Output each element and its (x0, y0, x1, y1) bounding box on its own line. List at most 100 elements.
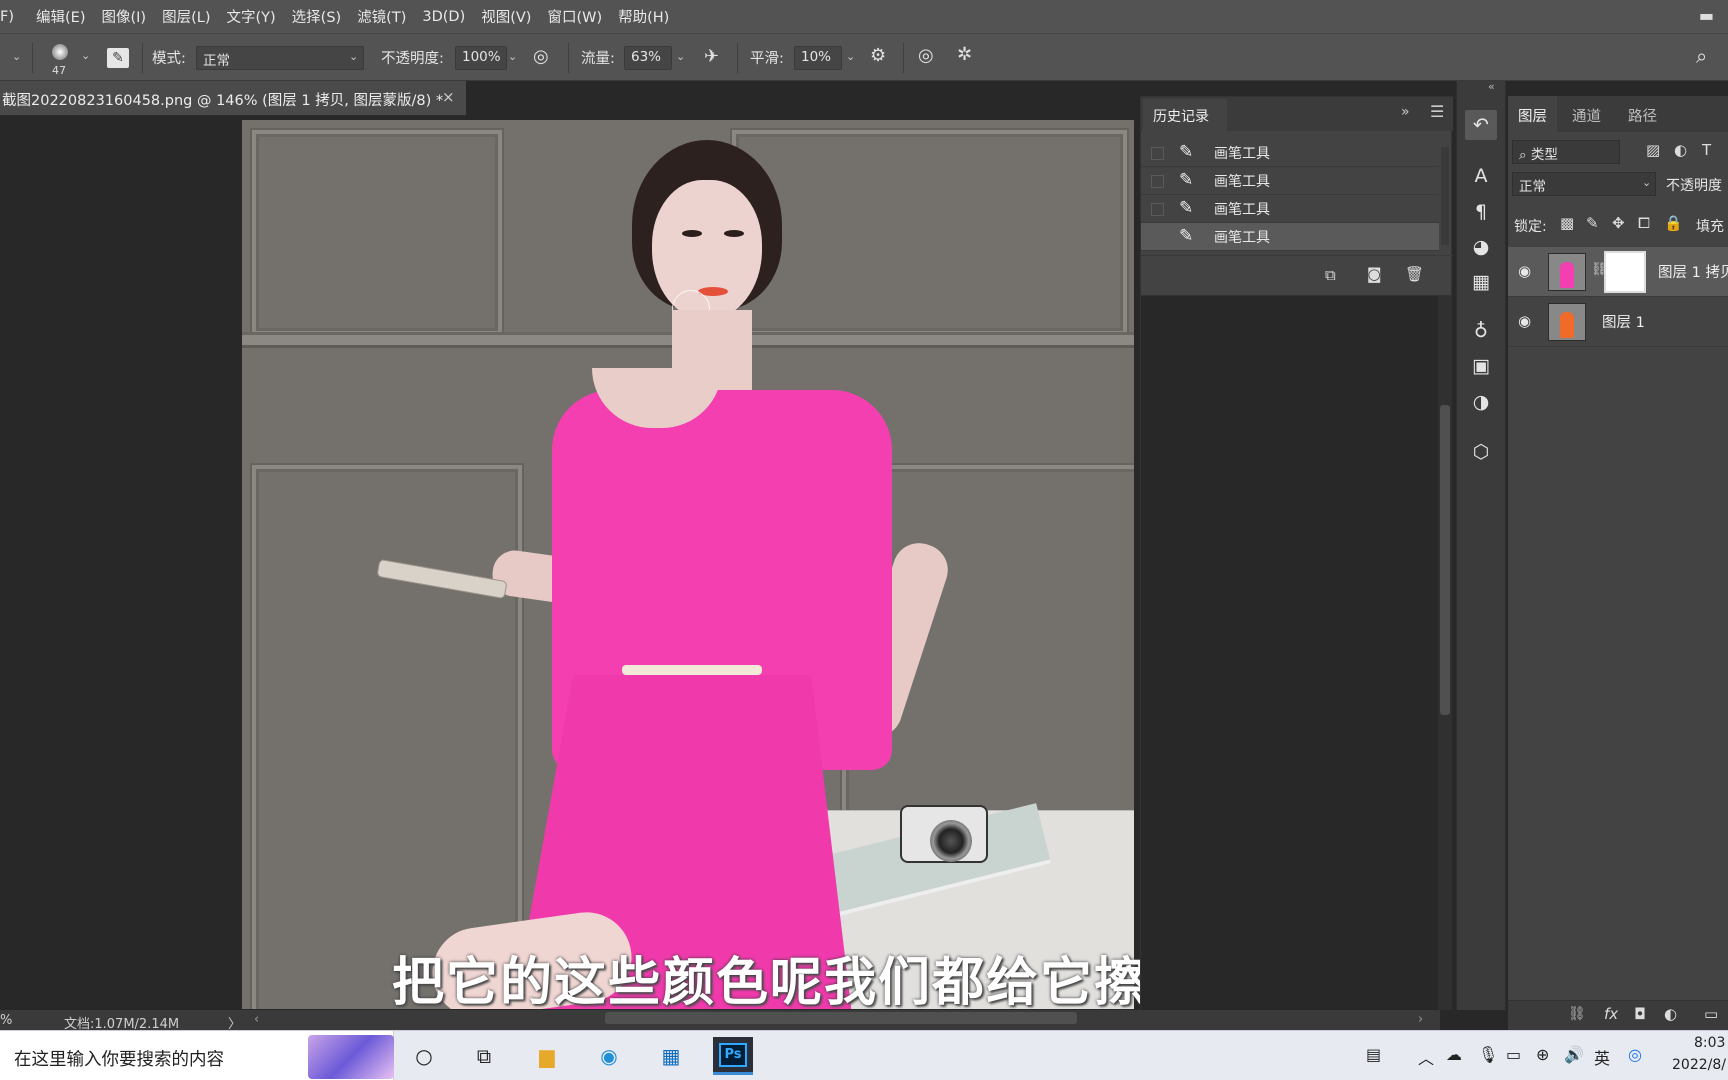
learn-panel-icon[interactable]: ♁ (1465, 316, 1497, 346)
flow-input[interactable]: 63% (624, 46, 672, 70)
link-layers-icon[interactable]: ⛓ (1568, 1006, 1586, 1022)
tab-paths[interactable]: 路径 (1618, 96, 1667, 132)
filter-type-icon[interactable]: T (1702, 141, 1711, 159)
opacity-input[interactable]: 100% (455, 46, 507, 70)
clock-time[interactable]: 8:03 (1694, 1035, 1725, 1051)
eye-icon[interactable]: ◉ (1518, 262, 1531, 280)
filter-image-icon[interactable]: ▨ (1646, 141, 1660, 159)
store-icon[interactable]: ▦ (651, 1036, 691, 1076)
gear-icon[interactable]: ⚙ (870, 45, 886, 66)
grid-panel-icon[interactable]: ▦ (1465, 267, 1497, 297)
pressure-opacity-icon[interactable]: ◎ (533, 46, 549, 67)
pressure-size-icon[interactable]: ◎ (918, 45, 934, 66)
battery-icon[interactable]: ▭ (1506, 1045, 1521, 1064)
eye-icon[interactable]: ◉ (1518, 312, 1531, 330)
zoom-readout[interactable]: % (0, 1013, 12, 1028)
symmetry-butterfly-icon[interactable]: ✲ (957, 44, 972, 65)
paragraph-panel-icon[interactable]: ¶ (1465, 197, 1497, 227)
document-tab[interactable]: 截图20220823160458.png @ 146% (图层 1 拷贝, 图层… (0, 81, 466, 115)
menu-edit[interactable]: 编辑(E) (28, 6, 93, 27)
cortana-icon[interactable]: ○ (404, 1036, 444, 1076)
history-item[interactable]: ✎ 画笔工具 (1141, 167, 1439, 195)
menu-layer[interactable]: 图层(L) (154, 6, 218, 27)
minimize-icon[interactable]: ▬ (1699, 6, 1714, 25)
adjustments-panel-icon[interactable]: ◑ (1465, 387, 1497, 417)
layer-name[interactable]: 图层 1 拷贝 (1658, 261, 1728, 282)
swatches-panel-icon[interactable]: ◕ (1465, 232, 1497, 262)
layer-row-selected[interactable]: ◉ ⛓ 图层 1 拷贝 (1508, 247, 1728, 297)
search-highlight-image[interactable] (308, 1035, 394, 1079)
search-icon[interactable]: ⌕ (1696, 44, 1707, 68)
tab-history[interactable]: 历史记录 (1143, 99, 1227, 131)
camera-icon[interactable]: ◙ (1367, 265, 1382, 283)
canvas-horizontal-scroll-thumb[interactable] (605, 1012, 1077, 1024)
tab-channels[interactable]: 通道 (1562, 96, 1611, 132)
news-widget-icon[interactable]: ▤ (1366, 1045, 1381, 1064)
blend-mode-chevron-icon[interactable]: ⌄ (1642, 176, 1651, 189)
lock-all-icon[interactable]: 🔒 (1664, 214, 1683, 232)
scroll-right-icon[interactable]: › (1418, 1012, 1423, 1027)
airbrush-icon[interactable]: ✈ (704, 46, 719, 67)
3d-panel-icon[interactable]: ⬡ (1465, 437, 1497, 467)
history-item[interactable]: ✎ 画笔工具 (1141, 139, 1439, 167)
scroll-left-icon[interactable]: ‹ (254, 1012, 259, 1027)
new-fill-layer-icon[interactable]: ◐ (1664, 1005, 1677, 1023)
volume-icon[interactable]: 🔊 (1564, 1045, 1584, 1064)
brush-picker-chevron-icon[interactable]: ⌄ (81, 49, 90, 62)
trash-icon[interactable]: 🗑 (1405, 265, 1424, 283)
canvas-vertical-scroll-thumb[interactable] (1440, 405, 1450, 715)
history-panel-icon[interactable]: ↶ (1465, 110, 1497, 140)
filter-adjustment-icon[interactable]: ◐ (1674, 141, 1687, 159)
menu-help[interactable]: 帮助(H) (610, 6, 677, 27)
collapse-panels-icon[interactable]: « (1488, 80, 1495, 93)
menu-filter[interactable]: 滤镜(T) (349, 6, 414, 27)
add-mask-icon[interactable]: ◘ (1634, 1005, 1646, 1023)
mode-select[interactable]: 正常 (196, 46, 364, 70)
character-panel-icon[interactable]: A (1465, 161, 1497, 191)
menu-view[interactable]: 视图(V) (473, 6, 539, 27)
close-icon[interactable]: × (442, 88, 455, 106)
history-item-current[interactable]: ✎ 画笔工具 (1141, 223, 1439, 251)
history-checkbox[interactable] (1151, 147, 1164, 160)
edge-browser-icon[interactable]: ◉ (589, 1036, 629, 1076)
history-checkbox[interactable] (1151, 175, 1164, 188)
new-group-icon[interactable]: ▭ (1704, 1005, 1718, 1023)
new-document-from-state-icon[interactable]: ⧉ (1325, 266, 1336, 284)
layer-mask-thumbnail[interactable] (1604, 251, 1646, 293)
document-image[interactable] (242, 120, 1134, 1009)
photoshop-taskbar-icon[interactable]: Ps (713, 1037, 753, 1075)
mode-chevron-icon[interactable]: ⌄ (349, 50, 358, 63)
task-view-icon[interactable]: ⧉ (464, 1036, 504, 1076)
brush-settings-icon[interactable]: ✎ (107, 48, 129, 68)
ime-status-icon[interactable]: ◎ (1628, 1045, 1642, 1064)
menu-3d[interactable]: 3D(D) (414, 9, 473, 25)
layer-filter-select[interactable]: ⌕ 类型 (1512, 140, 1620, 164)
input-method-icon[interactable]: 英 (1594, 1045, 1610, 1069)
smooth-chevron-icon[interactable]: ⌄ (846, 50, 855, 63)
menu-select[interactable]: 选择(S) (284, 6, 350, 27)
fx-icon[interactable]: fx (1604, 1005, 1618, 1023)
flow-chevron-icon[interactable]: ⌄ (676, 50, 685, 63)
libraries-panel-icon[interactable]: ▣ (1465, 351, 1497, 381)
lock-transparent-icon[interactable]: ▩ (1560, 214, 1574, 232)
tray-expand-icon[interactable]: ︿ (1418, 1045, 1434, 1069)
lock-move-icon[interactable]: ✥ (1612, 214, 1625, 232)
file-explorer-icon[interactable]: ▆ (527, 1036, 567, 1076)
layer-name[interactable]: 图层 1 (1602, 311, 1645, 332)
microphone-icon[interactable]: 🎙 (1478, 1045, 1498, 1064)
menu-type[interactable]: 文字(Y) (218, 6, 283, 27)
clock-date[interactable]: 2022/8/ (1672, 1057, 1726, 1073)
history-item[interactable]: ✎ 画笔工具 (1141, 195, 1439, 223)
history-scrollbar[interactable] (1441, 147, 1449, 245)
onedrive-icon[interactable]: ☁ (1446, 1045, 1462, 1064)
menu-file[interactable]: F) (0, 9, 28, 25)
tool-preset-chevron-icon[interactable]: ⌄ (12, 50, 21, 63)
panel-expand-icon[interactable]: » (1401, 104, 1410, 120)
lock-paint-icon[interactable]: ✎ (1586, 214, 1599, 232)
history-checkbox[interactable] (1151, 203, 1164, 216)
layer-row[interactable]: ◉ 图层 1 (1508, 297, 1728, 347)
menu-image[interactable]: 图像(I) (93, 6, 154, 27)
smooth-input[interactable]: 10% (794, 46, 842, 70)
menu-window[interactable]: 窗口(W) (539, 6, 610, 27)
brush-preview-icon[interactable] (52, 44, 68, 60)
